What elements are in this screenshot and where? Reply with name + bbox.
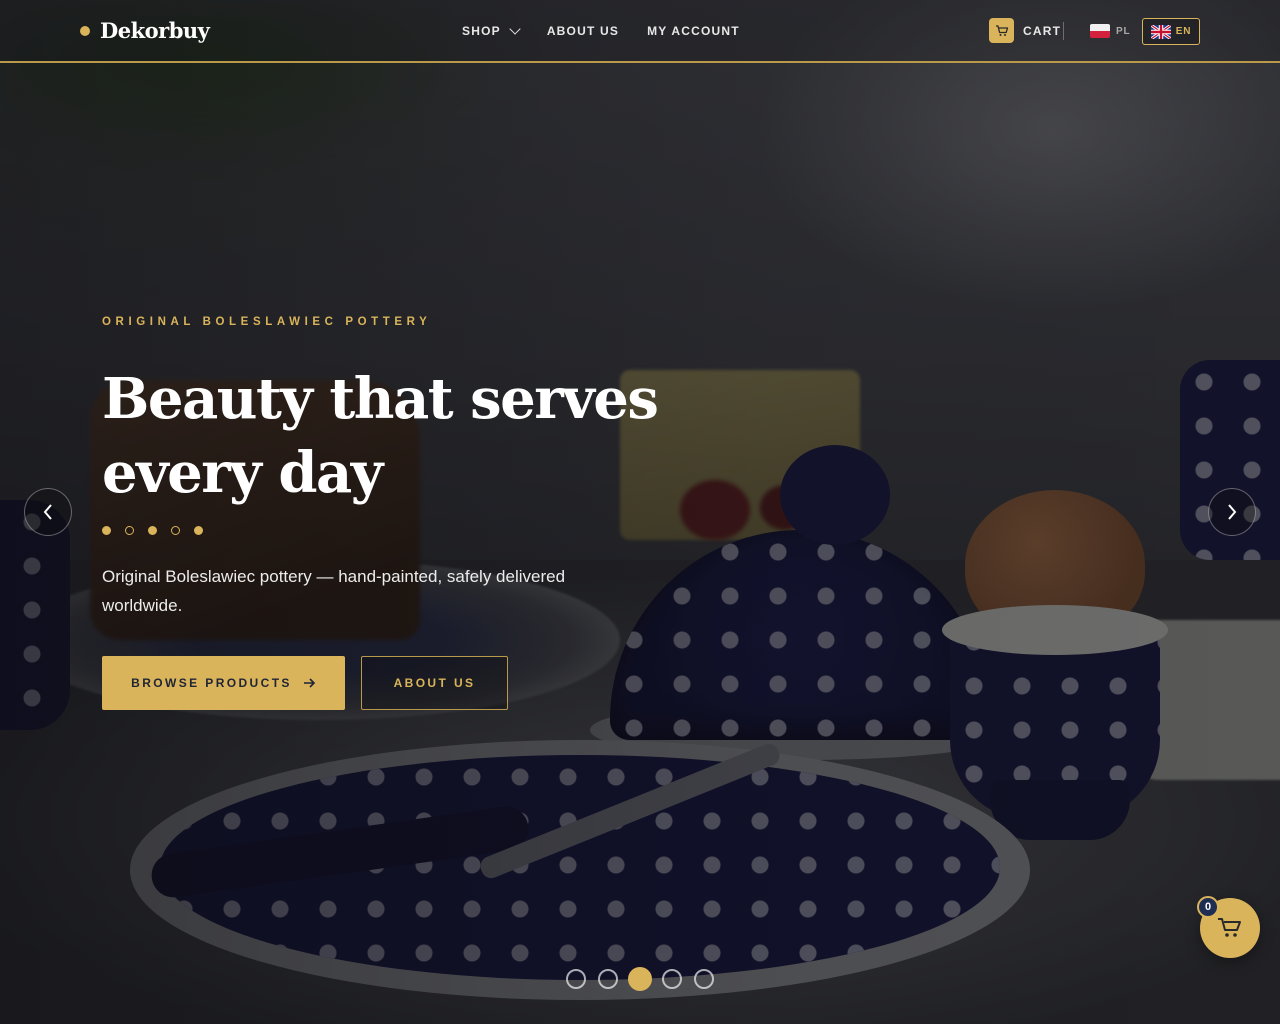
decorative-dot xyxy=(171,526,180,535)
logo-text: Dekorbuy xyxy=(100,18,210,43)
slider-dot-2[interactable] xyxy=(598,969,618,989)
hero-subtitle: Original Boleslawiec pottery — hand-pain… xyxy=(102,567,566,615)
browse-products-button[interactable]: BROWSE PRODUCTS xyxy=(102,656,345,710)
slider-pagination xyxy=(566,967,714,991)
language-pl-label: PL xyxy=(1116,25,1131,37)
hero-background-image xyxy=(0,0,1280,1024)
arrow-right-icon xyxy=(303,678,315,688)
cart-count-badge: 0 xyxy=(1197,896,1219,918)
chevron-down-icon xyxy=(509,23,521,35)
nav-shop[interactable]: SHOP xyxy=(462,23,521,38)
slider-prev-button[interactable] xyxy=(24,488,72,536)
slider-dot-1[interactable] xyxy=(566,969,586,989)
slider-dot-3[interactable] xyxy=(628,967,652,991)
language-en-label: EN xyxy=(1175,26,1192,37)
nav-my-account[interactable]: MY ACCOUNT xyxy=(647,24,740,38)
nav-shop-label: SHOP xyxy=(462,24,501,38)
main-nav: SHOP ABOUT US MY ACCOUNT xyxy=(462,23,740,38)
slider-next-button[interactable] xyxy=(1208,488,1256,536)
slider-dot-4[interactable] xyxy=(662,969,682,989)
decorative-dot xyxy=(148,526,157,535)
decorative-dot xyxy=(102,526,111,535)
decorative-dots xyxy=(102,526,203,535)
chevron-left-icon xyxy=(43,504,52,520)
decorative-dot xyxy=(125,526,134,535)
uk-flag-icon xyxy=(1150,24,1171,39)
header-cart-link[interactable]: CART xyxy=(989,18,1061,43)
nav-about-us[interactable]: ABOUT US xyxy=(547,24,619,38)
chevron-right-icon xyxy=(1228,504,1237,520)
about-us-button[interactable]: ABOUT US xyxy=(361,656,508,710)
logo[interactable]: Dekorbuy xyxy=(80,18,210,43)
header-divider xyxy=(1063,22,1064,40)
site-header: Dekorbuy SHOP ABOUT US MY ACCOUNT CART P… xyxy=(0,0,1280,63)
slider-dot-5[interactable] xyxy=(694,969,714,989)
decorative-dot xyxy=(194,526,203,535)
logo-dot-icon xyxy=(80,25,90,36)
language-pl-button[interactable]: PL xyxy=(1090,24,1130,38)
cart-icon xyxy=(1218,918,1241,937)
poland-flag-icon xyxy=(1090,24,1110,38)
cart-icon xyxy=(989,18,1014,43)
hero-headline: Beauty that serves every day xyxy=(102,366,659,506)
hero-eyebrow: ORIGINAL BOLESLAWIEC POTTERY xyxy=(102,316,432,328)
browse-products-label: BROWSE PRODUCTS xyxy=(131,676,292,690)
language-en-button[interactable]: EN xyxy=(1142,18,1200,45)
cart-label: CART xyxy=(1023,23,1062,38)
